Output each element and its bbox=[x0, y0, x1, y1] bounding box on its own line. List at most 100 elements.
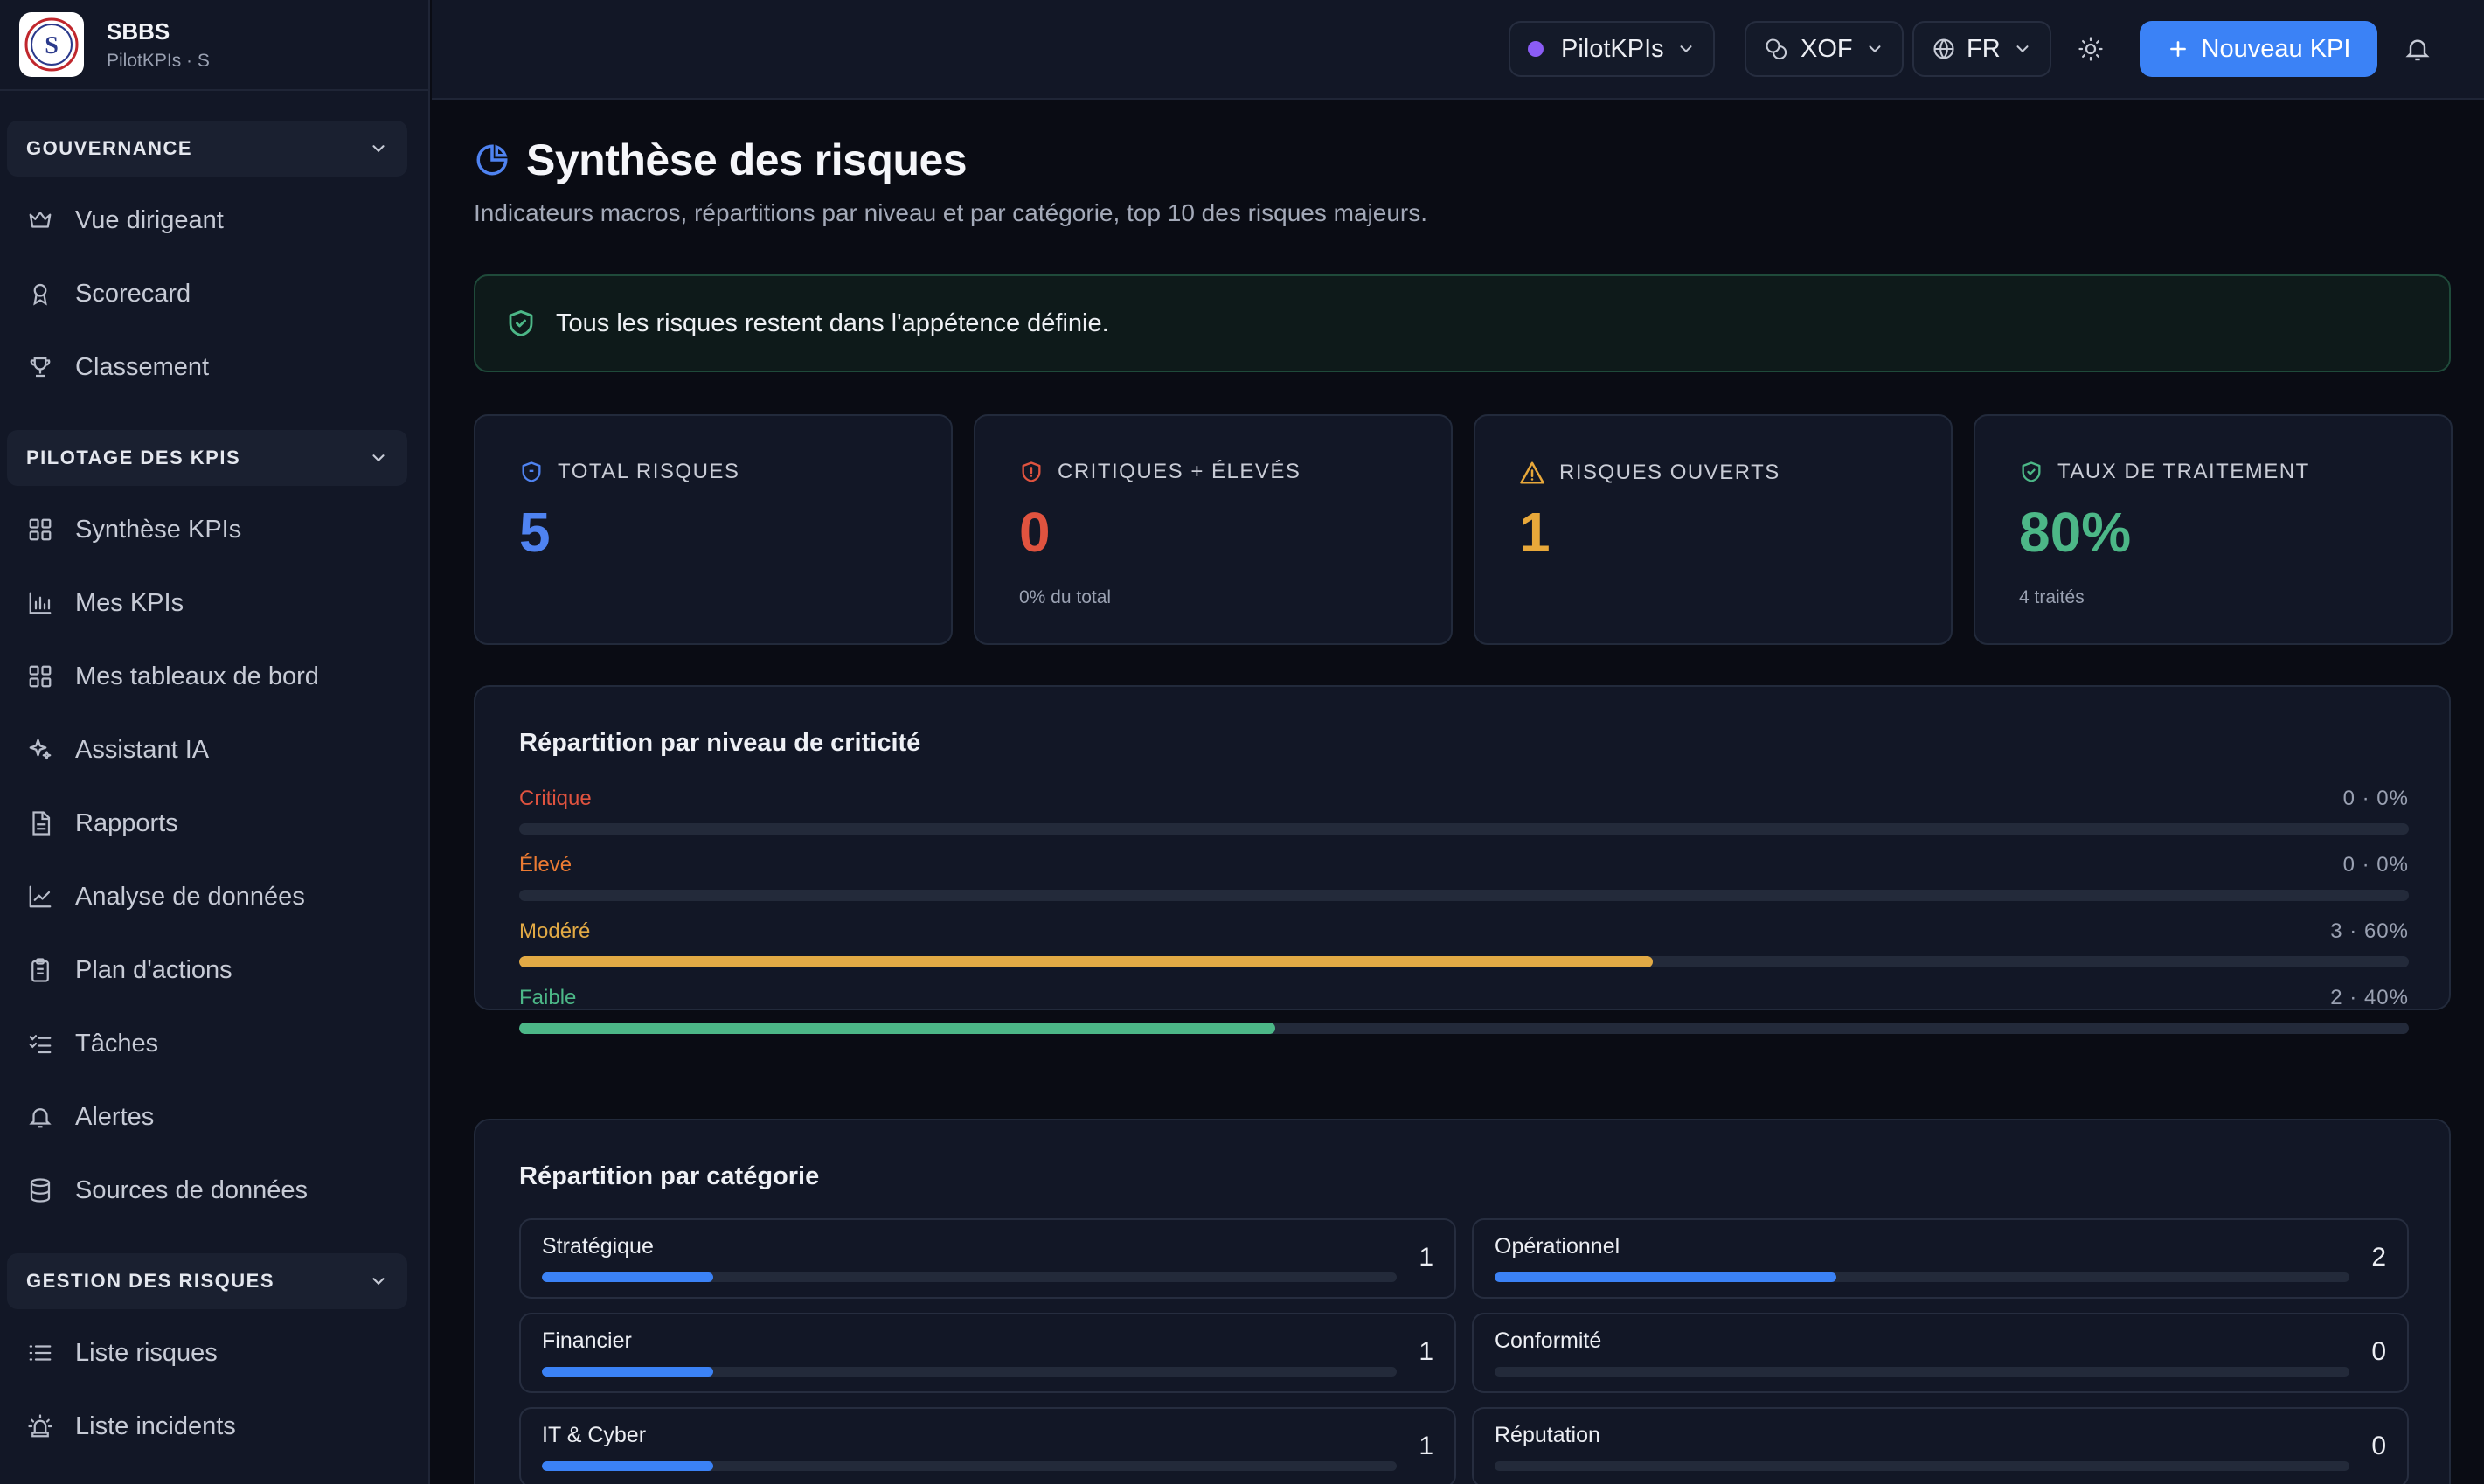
category-card-conformite[interactable]: Conformité 0 bbox=[1472, 1313, 2409, 1393]
category-count: 2 bbox=[2371, 1243, 2386, 1272]
category-track bbox=[1495, 1272, 2349, 1282]
sidebar-item-analyse-donnees[interactable]: Analyse de données bbox=[24, 870, 305, 923]
list-checks-icon bbox=[24, 1028, 56, 1059]
sidebar-item-label: Assistant IA bbox=[75, 735, 210, 764]
category-card-it-cyber[interactable]: IT & Cyber 1 bbox=[519, 1407, 1456, 1484]
theme-toggle-button[interactable] bbox=[2073, 31, 2108, 66]
category-count: 0 bbox=[2371, 1337, 2386, 1366]
chevron-down-icon bbox=[1869, 45, 1881, 53]
sidebar-item-classement[interactable]: Classement bbox=[24, 341, 209, 393]
chevron-down-icon bbox=[2016, 45, 2029, 53]
sidebar-item-tableaux-de-bord[interactable]: Mes tableaux de bord bbox=[24, 650, 319, 703]
sidebar-item-synthese-kpis[interactable]: Synthèse KPIs bbox=[24, 503, 241, 556]
level-count: 0 · 0% bbox=[2342, 787, 2409, 810]
category-track bbox=[542, 1367, 1397, 1377]
level-fill bbox=[519, 1023, 1275, 1034]
category-count: 1 bbox=[1419, 1432, 1433, 1460]
level-fill bbox=[519, 956, 1654, 967]
group-label: GESTION DES RISQUES bbox=[26, 1270, 274, 1292]
shield-icon bbox=[522, 461, 541, 482]
shield-alert-icon bbox=[1022, 461, 1041, 482]
level-count: 3 · 60% bbox=[2330, 919, 2409, 943]
sidebar-item-label: Analyse de données bbox=[75, 882, 305, 911]
level-track bbox=[519, 956, 2409, 967]
group-label: GOUVERNANCE bbox=[26, 137, 193, 159]
sidebar-item-label: Tâches bbox=[75, 1029, 159, 1058]
sidebar-item-liste-incidents[interactable]: Liste incidents bbox=[24, 1400, 236, 1453]
panel-title: Répartition par niveau de criticité bbox=[519, 729, 921, 757]
level-row-critique: Critique 0 · 0% bbox=[519, 787, 2409, 835]
trophy-icon bbox=[24, 351, 56, 383]
workspace-select[interactable]: PilotKPIs bbox=[1509, 21, 1715, 77]
sidebar-item-sources-donnees[interactable]: Sources de données bbox=[24, 1164, 308, 1217]
brand-header[interactable]: S SBBS PilotKPIs · S bbox=[0, 0, 428, 91]
kpi-card-taux-traitement: TAUX DE TRAITEMENT 80% 4 traités bbox=[1974, 414, 2453, 645]
level-row-faible: Faible 2 · 40% bbox=[519, 986, 2409, 1034]
category-track bbox=[1495, 1461, 2349, 1471]
sidebar-item-mes-kpis[interactable]: Mes KPIs bbox=[24, 577, 184, 629]
category-fill bbox=[542, 1461, 713, 1471]
kpi-label: CRITIQUES + ÉLEVÉS bbox=[1058, 460, 1301, 483]
chevron-down-icon bbox=[372, 145, 385, 153]
category-count: 1 bbox=[1419, 1337, 1433, 1366]
sidebar-item-plan-actions[interactable]: Plan d'actions bbox=[24, 944, 232, 996]
category-name: Stratégique bbox=[542, 1234, 654, 1259]
sidebar-item-rapports[interactable]: Rapports bbox=[24, 797, 178, 849]
group-gouvernance[interactable]: GOUVERNANCE bbox=[7, 121, 407, 177]
sidebar-item-assistant-ia[interactable]: Assistant IA bbox=[24, 724, 209, 776]
category-fill bbox=[542, 1367, 713, 1377]
sidebar-item-label: Mes KPIs bbox=[75, 588, 184, 617]
level-track bbox=[519, 823, 2409, 835]
kpi-label: RISQUES OUVERTS bbox=[1559, 461, 1780, 484]
siren-icon bbox=[24, 1411, 56, 1442]
sidebar-item-label: Scorecard bbox=[75, 279, 191, 308]
level-track bbox=[519, 890, 2409, 901]
database-icon bbox=[24, 1175, 56, 1206]
pie-chart-icon bbox=[476, 144, 508, 176]
group-gestion-risques[interactable]: GESTION DES RISQUES bbox=[7, 1253, 407, 1309]
notifications-button[interactable] bbox=[2400, 31, 2435, 66]
kpi-card-risques-ouverts: RISQUES OUVERTS 1 bbox=[1474, 414, 1953, 645]
language-select[interactable]: FR bbox=[1912, 21, 2051, 77]
chevron-down-icon bbox=[372, 454, 385, 462]
new-kpi-button[interactable]: Nouveau KPI bbox=[2140, 21, 2377, 77]
sidebar-item-taches[interactable]: Tâches bbox=[24, 1017, 158, 1070]
sidebar-item-vue-dirigeant[interactable]: Vue dirigeant bbox=[24, 194, 224, 246]
crown-icon bbox=[24, 205, 56, 236]
shield-check-icon bbox=[2022, 461, 2041, 482]
panel-title: Répartition par catégorie bbox=[519, 1162, 820, 1190]
category-card-operationnel[interactable]: Opérationnel 2 bbox=[1472, 1218, 2409, 1299]
kpi-value: 80% bbox=[2019, 501, 2132, 564]
sbbs-logo: S bbox=[19, 12, 84, 77]
file-icon bbox=[24, 808, 56, 839]
warning-triangle-icon bbox=[1520, 461, 1544, 484]
award-icon bbox=[24, 278, 56, 309]
group-pilotage-kpis[interactable]: PILOTAGE DES KPIS bbox=[7, 430, 407, 486]
sidebar-item-alertes[interactable]: Alertes bbox=[24, 1091, 154, 1143]
sidebar: S SBBS PilotKPIs · S GOUVERNANCE Vue dir… bbox=[0, 0, 430, 1484]
sidebar-item-label: Liste risques bbox=[75, 1338, 218, 1367]
bell-icon bbox=[24, 1101, 56, 1133]
category-card-reputation[interactable]: Réputation 0 bbox=[1472, 1407, 2409, 1484]
sidebar-item-scorecard[interactable]: Scorecard bbox=[24, 267, 191, 320]
level-count: 2 · 40% bbox=[2330, 986, 2409, 1009]
grid-icon bbox=[24, 514, 56, 545]
bar-chart-icon bbox=[24, 587, 56, 619]
level-label: Élevé bbox=[519, 853, 572, 877]
category-panel: Répartition par catégorie Stratégique 1 … bbox=[474, 1119, 2451, 1484]
sidebar-item-liste-risques[interactable]: Liste risques bbox=[24, 1327, 218, 1379]
bell-icon bbox=[2405, 39, 2430, 61]
kpi-card-critiques-eleves: CRITIQUES + ÉLEVÉS 0 0% du total bbox=[974, 414, 1453, 645]
currency-select[interactable]: XOF bbox=[1745, 21, 1904, 77]
sidebar-item-label: Classement bbox=[75, 352, 210, 381]
sidebar-item-label: Liste incidents bbox=[75, 1411, 236, 1440]
category-card-financier[interactable]: Financier 1 bbox=[519, 1313, 1456, 1393]
category-count: 1 bbox=[1419, 1243, 1433, 1272]
page-header: Synthèse des risques bbox=[474, 135, 968, 185]
category-name: Opérationnel bbox=[1495, 1234, 1620, 1259]
category-fill bbox=[542, 1272, 713, 1282]
page-title: Synthèse des risques bbox=[526, 135, 968, 184]
level-track bbox=[519, 1023, 2409, 1034]
workspace-dot-icon bbox=[1528, 41, 1544, 57]
category-card-strategique[interactable]: Stratégique 1 bbox=[519, 1218, 1456, 1299]
